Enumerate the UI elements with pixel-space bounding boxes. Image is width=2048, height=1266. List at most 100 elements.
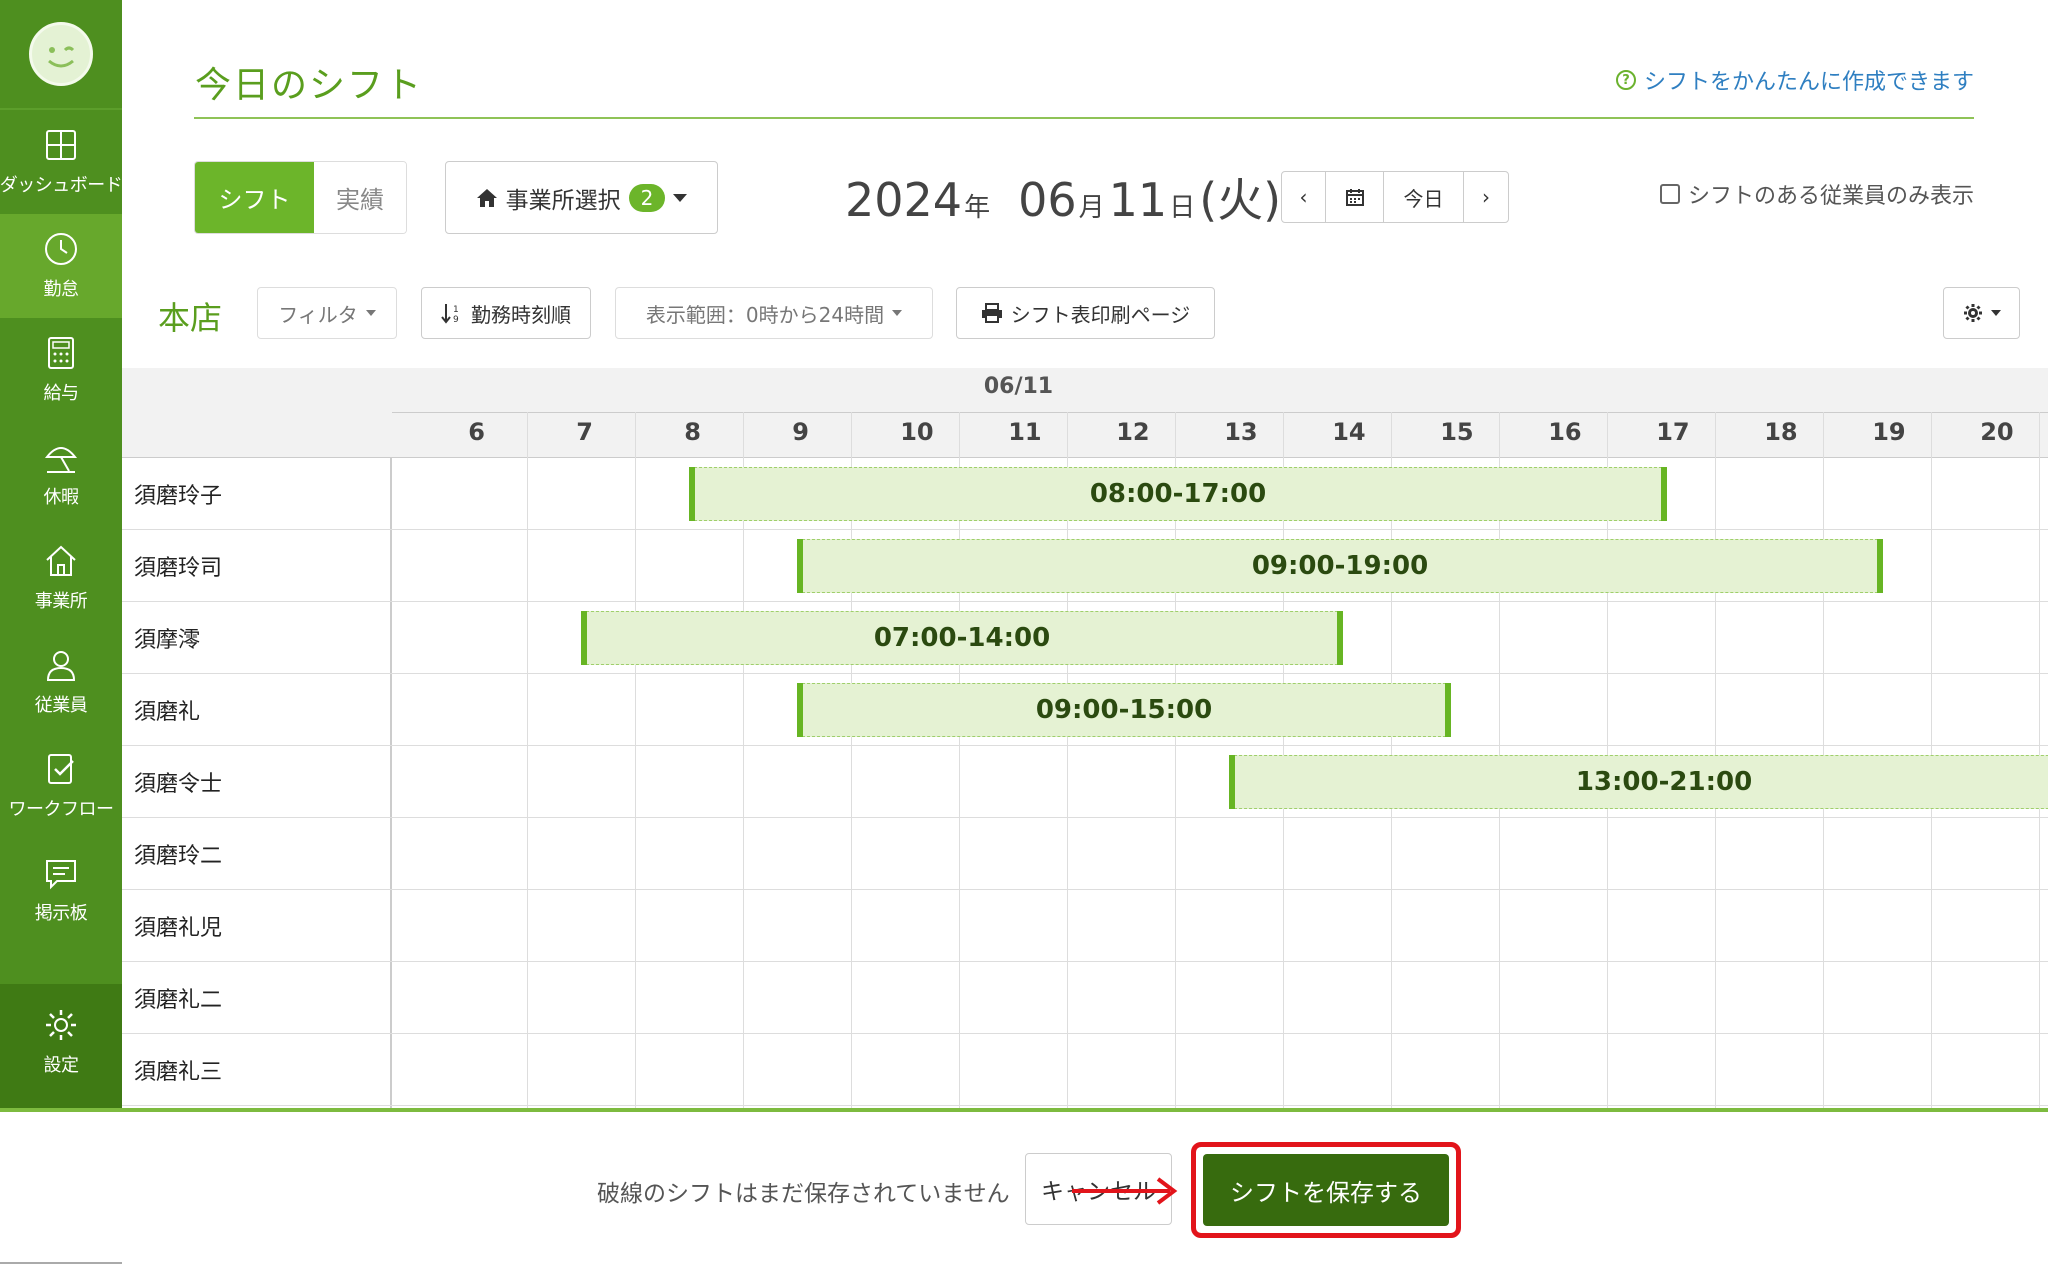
store-name: 本店 — [158, 299, 223, 337]
sidebar-item-label: 勤怠 — [43, 279, 80, 300]
svg-text:9: 9 — [453, 315, 459, 324]
office-count-badge: 2 — [628, 183, 666, 212]
calculator-icon — [48, 337, 74, 369]
today-button[interactable]: 今日 — [1384, 172, 1464, 222]
sort-by-time-button[interactable]: 19 勤務時刻順 — [421, 287, 591, 339]
timeline-header: 06/11 678910111213141516171819202 — [392, 368, 2048, 458]
beach-umbrella-icon — [44, 447, 78, 473]
employee-name-header — [122, 368, 392, 458]
shift-start-handle[interactable] — [1229, 755, 1235, 809]
hour-label: 9 — [792, 418, 809, 446]
hour-label: 8 — [684, 418, 701, 446]
calendar-icon — [1345, 189, 1364, 206]
shift-bar[interactable]: 07:00-14:00 — [581, 611, 1343, 665]
dashboard-icon — [46, 130, 76, 160]
date-day-unit: 日 — [1169, 193, 1196, 223]
only-with-shift-checkbox[interactable] — [1659, 184, 1680, 204]
employee-name[interactable]: 須磨礼 — [122, 674, 392, 746]
employee-name[interactable]: 須磨玲司 — [122, 530, 392, 602]
app-logo[interactable] — [29, 22, 93, 86]
save-shift-button[interactable]: シフトを保存する — [1203, 1154, 1449, 1226]
hour-label: 11 — [1008, 418, 1042, 446]
hour-label: 7 — [576, 418, 593, 446]
view-toggle: シフト 実績 — [194, 161, 407, 234]
sidebar-item-label: 給与 — [43, 383, 80, 404]
employee-name[interactable]: 須磨礼三 — [122, 1034, 392, 1106]
tab-actual[interactable]: 実績 — [314, 162, 406, 233]
shift-time-label: 07:00-14:00 — [873, 623, 1051, 653]
print-shift-button[interactable]: シフト表印刷ページ — [956, 287, 1215, 339]
sidebar-item-employees[interactable]: 従業員 — [0, 630, 122, 734]
row-gridline — [392, 1105, 2048, 1106]
shift-end-handle[interactable] — [1337, 611, 1343, 665]
sidebar-bottom-line — [0, 1262, 122, 1264]
only-with-shift-filter[interactable]: シフトのある従業員のみ表示 — [1659, 178, 1974, 210]
employee-name[interactable]: 須磨礼児 — [122, 890, 392, 962]
shift-bar[interactable]: 09:00-15:00 — [797, 683, 1451, 737]
shift-start-handle[interactable] — [797, 539, 803, 593]
annotation-arrow — [1072, 1177, 1178, 1205]
hour-label: 13 — [1224, 418, 1258, 446]
home-icon — [46, 545, 76, 576]
shift-start-handle[interactable] — [797, 683, 803, 737]
save-bar: 破線のシフトはまだ保存されていません キャンセル シフトを保存する — [0, 1108, 2048, 1266]
sidebar-item-label: 従業員 — [34, 695, 88, 716]
sidebar: ダッシュボード 勤怠 給与 休暇 事業所 従業員 ワークフロー 掲示板 設定 — [0, 0, 123, 1266]
hour-label: 12 — [1116, 418, 1150, 446]
hour-gridline — [635, 412, 636, 1108]
chevron-down-icon — [892, 310, 903, 316]
gear-icon — [1963, 304, 1982, 322]
prev-day-button[interactable]: ‹ — [1282, 172, 1326, 222]
sidebar-item-payroll[interactable]: 給与 — [0, 318, 122, 422]
next-day-button[interactable]: › — [1464, 172, 1508, 222]
calendar-button[interactable] — [1326, 172, 1384, 222]
help-link[interactable]: ? シフトをかんたんに作成できます — [1615, 64, 1974, 96]
sidebar-item-settings[interactable]: 設定 — [0, 990, 122, 1094]
shift-bar[interactable]: 13:00-21:00 — [1229, 755, 2048, 809]
sidebar-item-dashboard[interactable]: ダッシュボード — [0, 110, 123, 214]
shift-start-handle[interactable] — [581, 611, 587, 665]
hour-label: 6 — [468, 418, 485, 446]
employee-name[interactable]: 須摩澪 — [122, 602, 392, 674]
print-label: シフト表印刷ページ — [1010, 302, 1191, 327]
shift-start-handle[interactable] — [689, 467, 695, 521]
filter-dropdown[interactable]: フィルタ — [257, 287, 397, 339]
shift-time-label: 13:00-21:00 — [1575, 767, 1753, 797]
display-range-dropdown[interactable]: 表示範囲：0時から24時間 — [615, 287, 933, 339]
sidebar-item-label: ワークフロー — [8, 799, 115, 820]
office-select-label: 事業所選択 — [505, 187, 621, 214]
settings-dropdown[interactable] — [1943, 287, 2020, 339]
date-month-unit: 月 — [1078, 193, 1105, 223]
unsaved-message: 破線のシフトはまだ保存されていません — [597, 1181, 1010, 1207]
sidebar-item-office[interactable]: 事業所 — [0, 526, 122, 630]
date-weekday: (火) — [1199, 173, 1282, 227]
chevron-down-icon — [1990, 310, 2001, 316]
shift-bar[interactable]: 09:00-19:00 — [797, 539, 1883, 593]
timeline-date-label: 06/11 — [983, 374, 1054, 399]
sidebar-item-leave[interactable]: 休暇 — [0, 422, 122, 526]
employee-name[interactable]: 須磨玲子 — [122, 458, 392, 530]
message-icon — [46, 860, 76, 890]
office-select-dropdown[interactable]: 事業所選択 2 — [445, 161, 718, 234]
sidebar-item-bulletin[interactable]: 掲示板 — [0, 838, 122, 942]
shift-end-handle[interactable] — [1661, 467, 1667, 521]
sidebar-item-label: ダッシュボード — [0, 175, 123, 196]
date-year: 2024 — [845, 173, 963, 227]
person-icon — [46, 651, 76, 681]
tab-shift[interactable]: シフト — [195, 162, 314, 233]
shift-time-label: 09:00-15:00 — [1035, 695, 1213, 725]
sidebar-item-workflow[interactable]: ワークフロー — [0, 734, 122, 838]
employee-name[interactable]: 須磨令士 — [122, 746, 392, 818]
sidebar-item-attendance[interactable]: 勤怠 — [0, 214, 122, 318]
svg-text:1: 1 — [453, 305, 459, 315]
shift-time-label: 08:00-17:00 — [1089, 479, 1267, 509]
shift-end-handle[interactable] — [1877, 539, 1883, 593]
shift-bar[interactable]: 08:00-17:00 — [689, 467, 1667, 521]
shift-end-handle[interactable] — [1445, 683, 1451, 737]
employee-name[interactable]: 須磨玲二 — [122, 818, 392, 890]
sidebar-item-label: 休暇 — [43, 487, 80, 508]
clipboard-check-icon — [48, 754, 74, 784]
date-month: 06 — [1018, 173, 1077, 227]
sidebar-item-label: 事業所 — [34, 591, 88, 612]
employee-name[interactable]: 須磨礼二 — [122, 962, 392, 1034]
